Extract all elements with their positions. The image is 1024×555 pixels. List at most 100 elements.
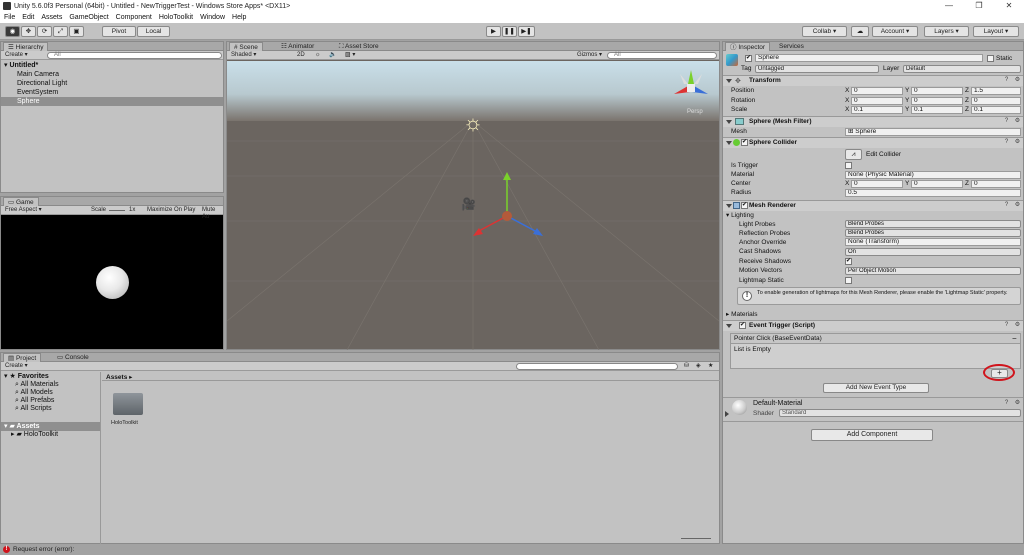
rect-tool-icon[interactable]: ▣ xyxy=(69,26,84,37)
move-tool-icon[interactable]: ✥ xyxy=(21,26,36,37)
mesh-renderer-help-icon[interactable]: ? xyxy=(1003,202,1010,209)
close-icon[interactable]: ✕ xyxy=(994,0,1024,12)
tab-project[interactable]: ▤ Project xyxy=(3,353,42,362)
sphere-collider-help-icon[interactable]: ? xyxy=(1003,139,1010,146)
status-error-text[interactable]: Request error (error): xyxy=(13,546,74,553)
hierarchy-item-main-camera[interactable]: Main Camera xyxy=(1,70,223,79)
rotation-z-field[interactable]: 0 xyxy=(971,97,1021,105)
scene-orientation-gizmo-icon[interactable] xyxy=(672,68,710,106)
hierarchy-item-sphere[interactable]: Sphere xyxy=(1,97,223,106)
position-y-field[interactable]: 0 xyxy=(911,87,963,95)
light-probes-dropdown[interactable]: Blend Probes xyxy=(845,220,1021,228)
play-icon[interactable]: ▶ xyxy=(486,26,501,37)
rotation-y-field[interactable]: 0 xyxy=(911,97,963,105)
menu-gameobject[interactable]: GameObject xyxy=(69,14,108,21)
favorite-star-icon[interactable]: ★ xyxy=(708,363,713,370)
reflection-probes-dropdown[interactable]: Blend Probes xyxy=(845,229,1021,237)
remove-event-button[interactable]: − xyxy=(1012,334,1017,343)
material-gear-icon[interactable]: ⚙ xyxy=(1014,400,1021,407)
gizmos-dropdown[interactable]: Gizmos ▾ xyxy=(577,52,602,59)
cloud-icon[interactable]: ☁ xyxy=(851,26,869,37)
mesh-filter-header[interactable]: Sphere (Mesh Filter) xyxy=(723,116,1023,127)
filter-label-icon[interactable]: ◈ xyxy=(696,363,701,370)
add-component-button[interactable]: Add Component xyxy=(811,429,933,441)
position-z-field[interactable]: 1.5 xyxy=(971,87,1021,95)
event-trigger-help-icon[interactable]: ? xyxy=(1003,322,1010,329)
menu-file[interactable]: File xyxy=(4,14,15,21)
mesh-filter-gear-icon[interactable]: ⚙ xyxy=(1014,118,1021,125)
mesh-field[interactable]: ⊞ Sphere xyxy=(845,128,1021,136)
mesh-filter-foldout-icon[interactable] xyxy=(726,120,732,124)
center-z-field[interactable]: 0 xyxy=(971,180,1021,188)
directional-light-icon[interactable]: ☼ xyxy=(460,110,486,136)
hierarchy-item-eventsystem[interactable]: EventSystem xyxy=(1,88,223,97)
collab-button[interactable]: Collab ▾ xyxy=(802,26,847,37)
folder-icon[interactable] xyxy=(113,393,143,415)
project-create-dropdown[interactable]: Create ▾ xyxy=(5,363,28,370)
collider-material-field[interactable]: None (Physic Material) xyxy=(845,171,1021,179)
radius-field[interactable]: 0.5 xyxy=(845,189,1021,197)
shader-dropdown[interactable]: Standard xyxy=(779,409,1021,417)
is-trigger-checkbox[interactable] xyxy=(845,162,852,169)
hierarchy-scene-row[interactable]: ▾ Untitled* xyxy=(1,61,223,70)
tab-services[interactable]: Services xyxy=(775,42,808,51)
object-name-field[interactable]: Sphere xyxy=(755,54,983,62)
motion-vectors-dropdown[interactable]: Per Object Motion xyxy=(845,267,1021,275)
hand-tool-icon[interactable]: ◉ xyxy=(5,26,20,37)
lighting-foldout[interactable]: ▾ Lighting xyxy=(726,211,754,219)
tab-animator[interactable]: ☷ Animator xyxy=(277,42,318,51)
tree-item-holotoolkit[interactable]: ▸ ▰ HoloToolkit xyxy=(1,430,100,439)
scene-search-input[interactable]: All xyxy=(607,52,717,59)
center-x-field[interactable]: 0 xyxy=(851,180,903,188)
event-trigger-header[interactable]: Event Trigger (Script) xyxy=(723,320,1023,331)
layout-button[interactable]: Layout ▾ xyxy=(973,26,1019,37)
hierarchy-item-directional-light[interactable]: Directional Light xyxy=(1,79,223,88)
icon-size-slider[interactable] xyxy=(681,538,711,539)
transform-foldout-icon[interactable] xyxy=(726,79,732,83)
rotation-x-field[interactable]: 0 xyxy=(851,97,903,105)
materials-foldout[interactable]: ▸ Materials xyxy=(726,310,757,318)
menu-assets[interactable]: Assets xyxy=(41,14,62,21)
maximize-icon[interactable]: ❐ xyxy=(964,0,994,12)
transform-gear-icon[interactable]: ⚙ xyxy=(1014,77,1021,84)
receive-shadows-checkbox[interactable]: ✔ xyxy=(845,258,852,265)
transform-header[interactable]: Transform xyxy=(723,75,1023,86)
anchor-override-field[interactable]: None (Transform) xyxy=(845,238,1021,246)
event-trigger-gear-icon[interactable]: ⚙ xyxy=(1014,322,1021,329)
active-checkbox[interactable]: ✔ xyxy=(745,55,752,62)
mesh-renderer-header[interactable]: Mesh Renderer xyxy=(723,200,1023,211)
cast-shadows-dropdown[interactable]: On xyxy=(845,248,1021,256)
sphere-collider-foldout-icon[interactable] xyxy=(726,141,732,145)
step-icon[interactable]: ▶❚ xyxy=(518,26,535,37)
rotate-tool-icon[interactable]: ⟳ xyxy=(37,26,52,37)
scene-audio-icon[interactable]: 🔈 xyxy=(329,52,336,59)
scale-tool-icon[interactable]: ⤢ xyxy=(53,26,68,37)
breadcrumb-assets[interactable]: Assets ▸ xyxy=(106,373,132,381)
scale-slider[interactable] xyxy=(109,210,125,211)
tag-dropdown[interactable]: Untagged xyxy=(755,65,879,73)
scale-y-field[interactable]: 0.1 xyxy=(911,106,963,114)
static-checkbox[interactable] xyxy=(987,55,994,62)
scale-z-field[interactable]: 0.1 xyxy=(971,106,1021,114)
center-y-field[interactable]: 0 xyxy=(911,180,963,188)
mute-audio-toggle[interactable]: Mute Au xyxy=(202,207,223,220)
account-button[interactable]: Account ▾ xyxy=(872,26,918,37)
sphere-collider-gear-icon[interactable]: ⚙ xyxy=(1014,139,1021,146)
mesh-renderer-enabled-checkbox[interactable]: ✔ xyxy=(741,202,748,209)
layer-dropdown[interactable]: Default xyxy=(903,65,1021,73)
tab-hierarchy[interactable]: ☰ Hierarchy xyxy=(3,42,49,51)
project-search-input[interactable] xyxy=(516,363,678,370)
transform-help-icon[interactable]: ? xyxy=(1003,77,1010,84)
add-new-event-type-button[interactable]: Add New Event Type xyxy=(823,383,929,393)
hierarchy-search-input[interactable]: All xyxy=(47,52,222,59)
pivot-button[interactable]: Pivot xyxy=(102,26,136,37)
edit-collider-button[interactable]: ⩘ xyxy=(845,149,862,160)
minimize-icon[interactable]: — xyxy=(934,0,964,12)
menu-help[interactable]: Help xyxy=(232,14,246,21)
material-foldout-icon[interactable] xyxy=(725,411,729,417)
maximize-on-play-toggle[interactable]: Maximize On Play xyxy=(147,207,195,214)
event-trigger-enabled-checkbox[interactable]: ✔ xyxy=(739,322,746,329)
material-help-icon[interactable]: ? xyxy=(1003,400,1010,407)
menu-component[interactable]: Component xyxy=(116,14,152,21)
layers-button[interactable]: Layers ▾ xyxy=(924,26,969,37)
